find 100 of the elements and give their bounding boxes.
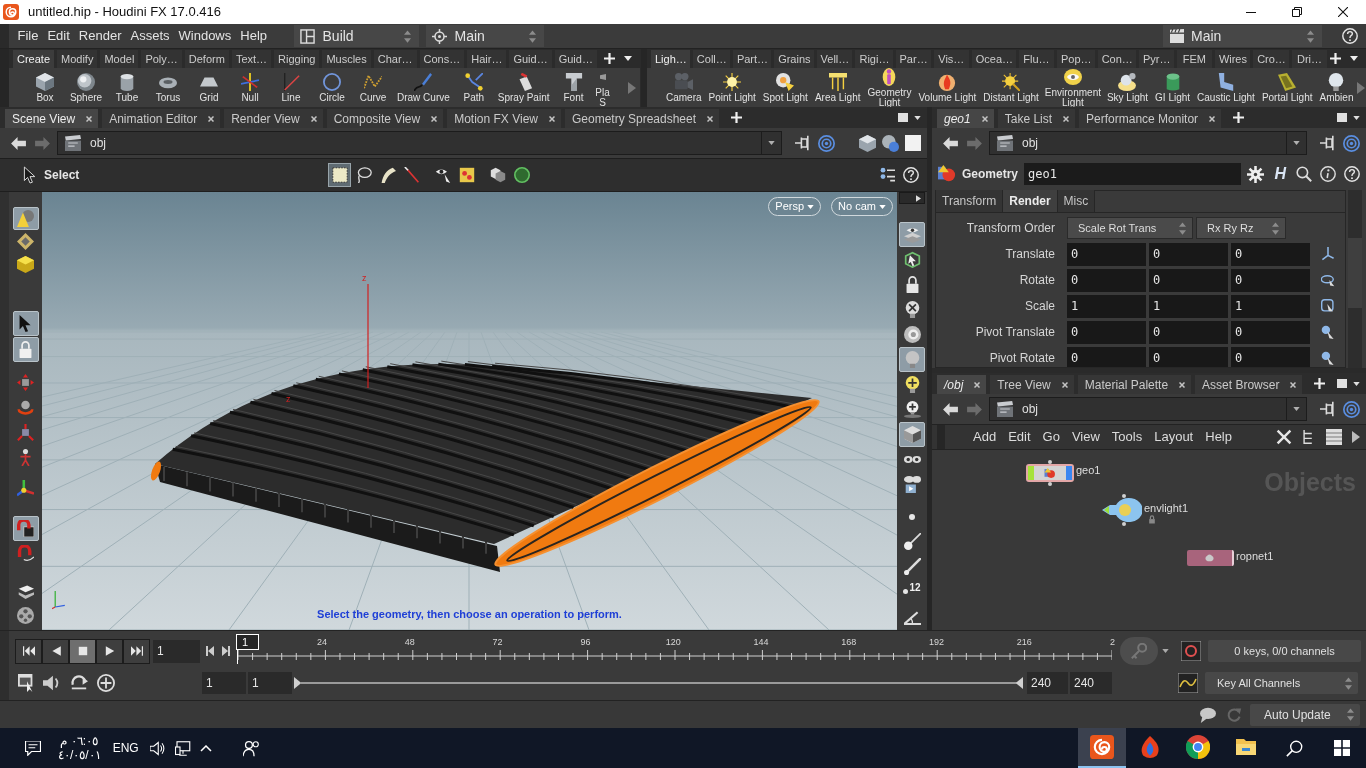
plus-icon[interactable] (1330, 53, 1341, 64)
playback-button[interactable] (42, 638, 69, 664)
menu-item[interactable]: Help (1199, 427, 1238, 447)
tool-button[interactable] (12, 337, 39, 362)
menu-item[interactable]: Tools (1105, 427, 1149, 447)
shelf-tool[interactable]: Font (553, 68, 594, 107)
number-field[interactable]: 0 (1067, 242, 1146, 266)
shelf-tool[interactable]: Circle (312, 68, 352, 107)
pane-tab[interactable]: Composite View (326, 109, 444, 128)
camera-menu-button[interactable]: Persp (768, 197, 822, 216)
path-field[interactable]: obj (989, 397, 1307, 421)
shelf-tab[interactable]: Deform (184, 50, 229, 68)
number-field[interactable]: 1 (1149, 294, 1228, 318)
shelf-tool[interactable]: Null (230, 68, 270, 107)
shelf-tab[interactable]: Flu… (1018, 50, 1054, 68)
shelf-tab[interactable]: Muscles (322, 50, 371, 68)
spheres-icon[interactable] (882, 134, 899, 152)
pane-tab[interactable]: Animation Editor (102, 109, 221, 128)
menu-item[interactable]: Add (967, 427, 1003, 447)
key-mode-dropdown[interactable]: Key All Channels (1205, 672, 1358, 694)
light-node[interactable] (1102, 494, 1142, 526)
playback-button[interactable] (96, 638, 123, 664)
shelf-tab[interactable]: Rigi… (855, 50, 893, 68)
shelf-tool[interactable]: Spot Light (759, 68, 811, 107)
menu-item[interactable]: Help (235, 26, 272, 46)
range-start-field[interactable]: 1 (202, 672, 246, 694)
help-icon[interactable] (1344, 166, 1360, 182)
people-icon[interactable] (242, 739, 260, 757)
shelf-tool[interactable]: Tube (107, 68, 147, 107)
path-field[interactable]: obj (57, 131, 782, 155)
shelf-tab[interactable]: FEM (1176, 50, 1212, 68)
menu-item[interactable]: Edit (1002, 427, 1037, 447)
plus-icon[interactable] (1233, 112, 1245, 123)
menu-item[interactable]: Edit (42, 26, 75, 46)
help-icon[interactable] (1342, 28, 1358, 44)
select-mode-button[interactable]: Select (22, 166, 80, 184)
range-end-field[interactable]: 240 (1027, 672, 1068, 694)
shelf-tool[interactable]: Caustic Light (1194, 68, 1258, 107)
menu-item[interactable]: Layout (1148, 427, 1200, 447)
number-field[interactable]: 1 (1231, 294, 1310, 318)
shelf-tab[interactable]: Text… (231, 50, 272, 68)
shelf-tab[interactable]: Create (13, 50, 55, 68)
pin-icon[interactable] (1319, 401, 1337, 417)
frame-range-bar[interactable] (294, 677, 1023, 689)
shelf-tool[interactable]: Line (271, 68, 311, 107)
number-field[interactable]: 0 (1149, 268, 1228, 292)
pane-tab[interactable]: Performance Monitor (1079, 109, 1222, 128)
shelf-tab[interactable]: Pop… (1056, 50, 1095, 68)
shelf-tab[interactable]: Model (100, 50, 139, 68)
shelf-tool[interactable]: Box (25, 68, 65, 107)
plus-icon[interactable] (1314, 378, 1326, 389)
parameter-tab[interactable]: Render (1003, 190, 1058, 212)
number-field[interactable]: 0 (1231, 346, 1310, 367)
shelf-tab[interactable]: Poly… (141, 50, 182, 68)
number-field[interactable]: 0 (1067, 268, 1146, 292)
search-icon[interactable] (1296, 166, 1312, 182)
target-icon[interactable] (1343, 134, 1360, 152)
frame-field[interactable]: 1 (153, 639, 200, 663)
shelf-tool[interactable]: Ambien (1316, 68, 1357, 107)
number-field[interactable]: 0 (1149, 242, 1228, 266)
parameter-tab[interactable]: Misc (1057, 190, 1096, 212)
range-start-field[interactable]: 1 (248, 672, 292, 694)
taskbar-app[interactable] (1078, 728, 1126, 768)
update-mode-dropdown[interactable]: Auto Update (1250, 703, 1360, 726)
back-button[interactable] (941, 400, 959, 418)
shelf-tool[interactable]: Environment Light (1042, 68, 1103, 107)
shelf-tool[interactable]: GI Light (1152, 68, 1194, 107)
pane-tab[interactable]: geo1 (937, 109, 994, 128)
pivot-handle-icon[interactable] (1321, 325, 1335, 339)
menu-item[interactable]: View (1065, 427, 1106, 447)
menu-item[interactable]: Render (74, 26, 126, 46)
chevron-up-icon[interactable] (199, 744, 212, 752)
shelf-tool[interactable]: Pla S (594, 68, 611, 107)
playback-button[interactable] (15, 638, 42, 664)
shelf-tab[interactable]: Hair… (467, 50, 507, 68)
help-icon[interactable] (903, 167, 919, 183)
number-field[interactable]: 0 (1067, 346, 1146, 367)
shelf-tab[interactable]: Wires (1214, 50, 1251, 68)
shelf-tab[interactable]: Modify (57, 50, 98, 68)
bullet-list-icon[interactable] (879, 167, 895, 183)
shelf-tab[interactable]: Vis… (933, 50, 969, 68)
menu-item[interactable]: Windows (174, 26, 236, 46)
playback-button[interactable] (69, 638, 96, 664)
number-field[interactable]: 0 (1231, 242, 1310, 266)
speech-bubble-icon[interactable] (1198, 706, 1218, 723)
target-icon[interactable] (818, 134, 835, 152)
houdini-button[interactable]: H (1272, 166, 1288, 182)
tool-button[interactable] (899, 422, 925, 447)
menu-item[interactable]: File (13, 26, 43, 46)
menu-item[interactable]: Assets (126, 26, 174, 46)
number-field[interactable]: 0 (1231, 320, 1310, 344)
shelf-tool[interactable]: Camera (663, 68, 705, 107)
parameter-dropdown[interactable]: Rx Ry Rz (1196, 217, 1286, 239)
view-dropdown[interactable]: Main (425, 25, 544, 47)
timeline-ruler[interactable] (238, 650, 1112, 660)
menu-item[interactable]: Go (1036, 427, 1066, 447)
shelf-tool[interactable]: Torus (148, 68, 188, 107)
shelf-tool[interactable]: Path (453, 68, 494, 107)
playback-button[interactable] (123, 638, 150, 664)
ring-box-icon[interactable] (1181, 641, 1201, 661)
